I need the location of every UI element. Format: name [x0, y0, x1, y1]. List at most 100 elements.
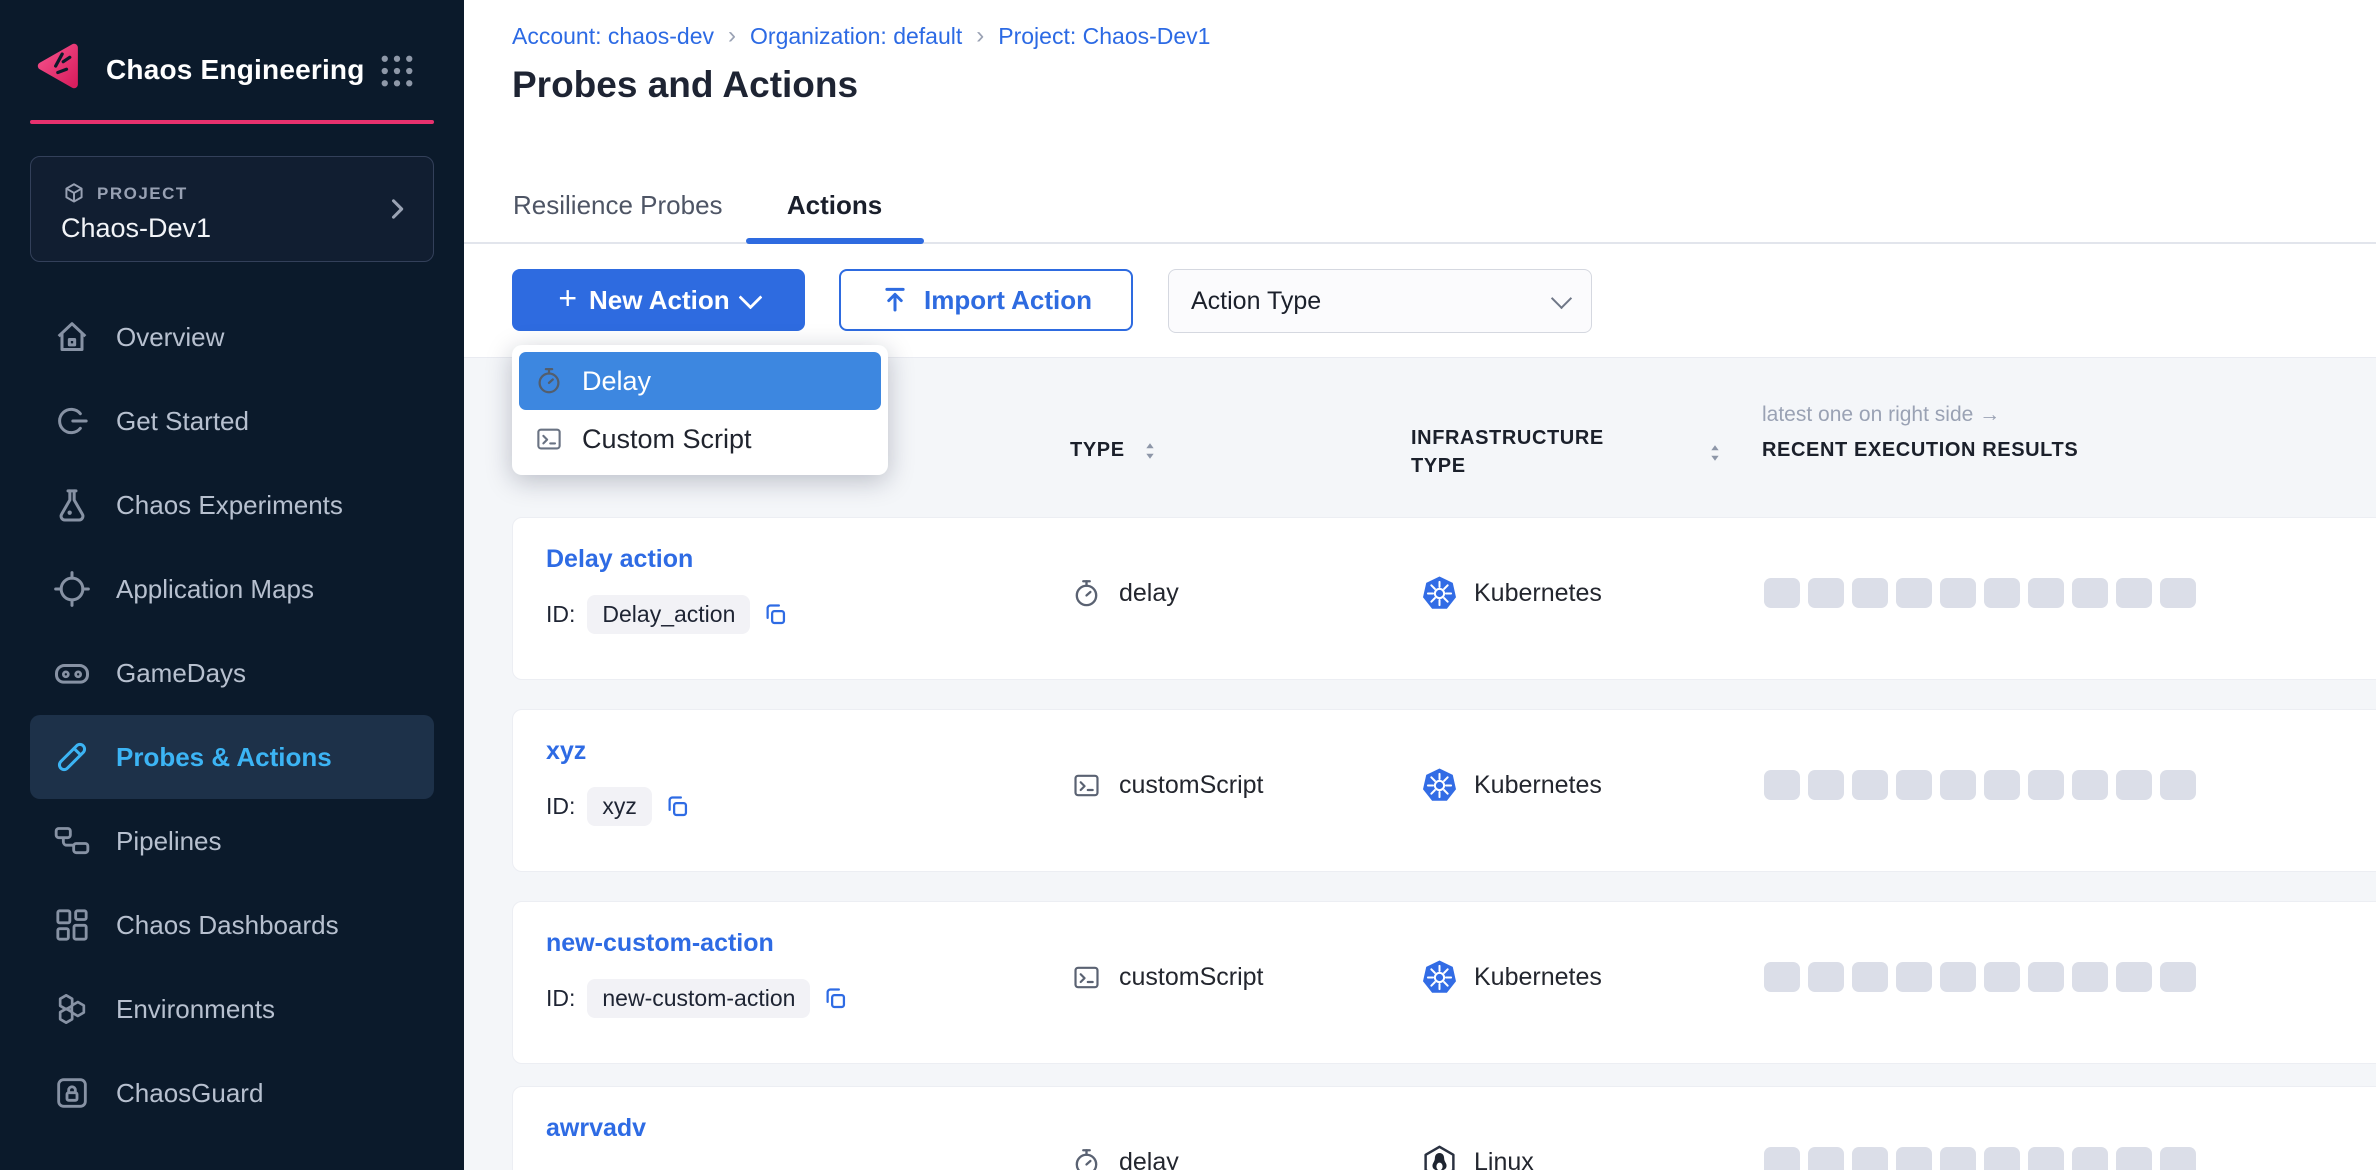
- sidebar-item-application-maps[interactable]: Application Maps: [30, 547, 434, 631]
- execution-result-placeholder: [1808, 770, 1844, 800]
- action-type-cell: customScript: [1071, 960, 1263, 994]
- sidebar-item-label: Environments: [116, 994, 275, 1025]
- project-selector[interactable]: PROJECT Chaos-Dev1: [30, 156, 434, 262]
- main-content: Account: chaos-dev › Organization: defau…: [464, 0, 2376, 1170]
- id-label: ID:: [546, 601, 575, 628]
- import-action-label: Import Action: [924, 285, 1092, 316]
- menu-item-delay[interactable]: Delay: [519, 352, 881, 410]
- sidebar-item-label: Probes & Actions: [116, 742, 332, 773]
- kubernetes-icon: [1421, 575, 1458, 612]
- kubernetes-icon: [1421, 767, 1458, 804]
- execution-result-placeholder: [1940, 962, 1976, 992]
- execution-result-placeholder: [1852, 770, 1888, 800]
- tab-actions[interactable]: Actions: [746, 168, 924, 242]
- execution-result-placeholder: [2160, 578, 2196, 608]
- action-name-link[interactable]: xyz: [546, 737, 586, 766]
- infrastructure-value: Linux: [1474, 1148, 1534, 1170]
- execution-result-placeholder: [1940, 1147, 1976, 1170]
- action-name-link[interactable]: Delay action: [546, 545, 693, 574]
- action-name-link[interactable]: awrvadv: [546, 1114, 646, 1143]
- column-header-type[interactable]: TYPE: [1070, 439, 1161, 462]
- menu-item-label: Delay: [582, 366, 651, 397]
- action-row: awrvadv ID: delay Linux: [512, 1086, 2376, 1170]
- results-order-note: latest one on right side →: [1762, 403, 2000, 427]
- sidebar-item-label: Pipelines: [116, 826, 222, 857]
- execution-result-placeholder: [1852, 962, 1888, 992]
- execution-result-placeholder: [2072, 770, 2108, 800]
- new-action-label: New Action: [589, 285, 730, 316]
- execution-result-placeholder: [2028, 1147, 2064, 1170]
- recent-execution-placeholders: [1764, 962, 2196, 992]
- sidebar-item-chaos-dashboards[interactable]: Chaos Dashboards: [30, 883, 434, 967]
- execution-result-placeholder: [2028, 578, 2064, 608]
- tab-bar: Resilience Probes Actions: [464, 168, 2376, 244]
- breadcrumb-account-link[interactable]: Account: chaos-dev: [512, 23, 714, 50]
- execution-result-placeholder: [1984, 1147, 2020, 1170]
- copy-icon[interactable]: [762, 601, 789, 628]
- import-action-button[interactable]: Import Action: [839, 269, 1133, 331]
- execution-result-placeholder: [2160, 1147, 2196, 1170]
- action-name-link[interactable]: new-custom-action: [546, 929, 774, 958]
- breadcrumb-separator: ›: [976, 22, 984, 50]
- infrastructure-cell: Kubernetes: [1421, 958, 1602, 996]
- harness-chaos-logo-icon[interactable]: [34, 40, 86, 92]
- sidebar-item-pipelines[interactable]: Pipelines: [30, 799, 434, 883]
- new-action-button[interactable]: + New Action: [512, 269, 805, 331]
- breadcrumb-organization-link[interactable]: Organization: default: [750, 23, 962, 50]
- execution-result-placeholder: [1808, 1147, 1844, 1170]
- sort-icon[interactable]: [1139, 440, 1161, 462]
- sidebar-nav: Overview Get Started Chaos Experiments A…: [0, 295, 464, 1135]
- execution-result-placeholder: [1764, 1147, 1800, 1170]
- app-title: Chaos Engineering: [106, 54, 365, 86]
- execution-result-placeholder: [2160, 770, 2196, 800]
- execution-result-placeholder: [2116, 1147, 2152, 1170]
- crosshair-icon: [52, 569, 92, 609]
- home-icon: [52, 317, 92, 357]
- column-header-recent-execution-results: RECENT EXECUTION RESULTS: [1762, 439, 2078, 462]
- sidebar-item-chaos-experiments[interactable]: Chaos Experiments: [30, 463, 434, 547]
- breadcrumb-project-link[interactable]: Project: Chaos-Dev1: [998, 23, 1210, 50]
- action-row: Delay action ID: Delay_action delay Kube…: [512, 517, 2376, 680]
- action-type-select[interactable]: Action Type: [1168, 269, 1592, 333]
- action-type-value: customScript: [1119, 771, 1263, 800]
- sidebar-item-overview[interactable]: Overview: [30, 295, 434, 379]
- menu-item-label: Custom Script: [582, 424, 752, 455]
- execution-result-placeholder: [1764, 770, 1800, 800]
- linux-icon: [1421, 1144, 1458, 1170]
- sidebar-item-probes-actions[interactable]: Probes & Actions: [30, 715, 434, 799]
- execution-result-placeholder: [1984, 962, 2020, 992]
- sidebar-item-get-started[interactable]: Get Started: [30, 379, 434, 463]
- infrastructure-value: Kubernetes: [1474, 579, 1602, 608]
- sidebar-item-environments[interactable]: Environments: [30, 967, 434, 1051]
- execution-result-placeholder: [2116, 578, 2152, 608]
- execution-result-placeholder: [1940, 578, 1976, 608]
- cube-icon: [61, 181, 87, 207]
- execution-result-placeholder: [1764, 578, 1800, 608]
- sort-icon[interactable]: [1704, 442, 1726, 464]
- sidebar-item-label: Chaos Experiments: [116, 490, 343, 521]
- tab-resilience-probes[interactable]: Resilience Probes: [513, 168, 733, 242]
- execution-result-placeholder: [2160, 962, 2196, 992]
- execution-result-placeholder: [1984, 770, 2020, 800]
- sidebar-item-chaosguard[interactable]: ChaosGuard: [30, 1051, 434, 1135]
- test-tube-icon: [52, 737, 92, 777]
- action-row: new-custom-action ID: new-custom-action …: [512, 901, 2376, 1064]
- copy-icon[interactable]: [664, 793, 691, 820]
- recent-execution-placeholders: [1764, 770, 2196, 800]
- project-label: PROJECT: [97, 184, 188, 204]
- infrastructure-value: Kubernetes: [1474, 771, 1602, 800]
- infrastructure-cell: Kubernetes: [1421, 766, 1602, 804]
- pipeline-icon: [52, 821, 92, 861]
- infrastructure-cell: Kubernetes: [1421, 574, 1602, 612]
- breadcrumb-separator: ›: [728, 22, 736, 50]
- column-header-infrastructure-type[interactable]: INFRASTRUCTURE TYPE: [1411, 424, 1611, 480]
- sidebar-item-gamedays[interactable]: GameDays: [30, 631, 434, 715]
- sidebar-item-label: Chaos Dashboards: [116, 910, 339, 941]
- breadcrumb: Account: chaos-dev › Organization: defau…: [512, 22, 1210, 50]
- module-grid-icon[interactable]: [376, 50, 418, 92]
- action-id-value: Delay_action: [587, 595, 750, 634]
- copy-icon[interactable]: [822, 985, 849, 1012]
- action-type-value: delay: [1119, 579, 1179, 608]
- execution-result-placeholder: [2028, 962, 2064, 992]
- menu-item-custom-script[interactable]: Custom Script: [519, 410, 881, 468]
